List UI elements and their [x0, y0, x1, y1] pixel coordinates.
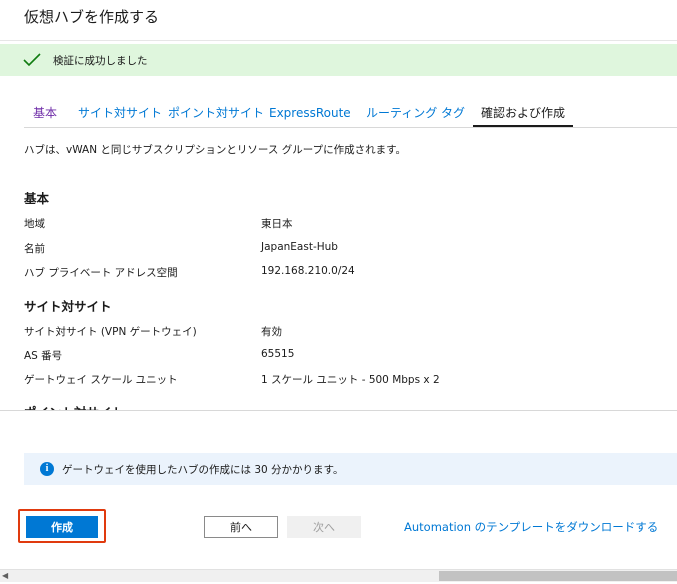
header-divider — [0, 40, 677, 41]
info-icon: i — [40, 462, 54, 476]
hub-description: ハブは、vWAN と同じサブスクリプションとリソース グループに作成されます。 — [24, 144, 407, 156]
tab-review-create-label: 確認および作成 — [481, 106, 566, 120]
scroll-left-icon[interactable]: ◀ — [2, 572, 8, 580]
validation-success-banner: 検証に成功しました — [0, 44, 677, 76]
tab-routing[interactable]: ルーティング — [366, 100, 437, 126]
row-label-as-number: AS 番号 — [24, 350, 63, 362]
footer-divider — [0, 410, 677, 411]
tab-tags[interactable]: タグ — [441, 100, 465, 126]
tab-point-to-site[interactable]: ポイント対サイト — [168, 100, 264, 126]
tab-expressroute[interactable]: ExpressRoute — [269, 100, 351, 126]
gateway-info-banner: i ゲートウェイを使用したハブの作成には 30 分かかります。 — [24, 453, 677, 485]
tab-site-to-site[interactable]: サイト対サイト — [78, 100, 162, 126]
page-title: 仮想ハブを作成する — [24, 8, 160, 26]
row-value-name: JapanEast-Hub — [261, 241, 338, 253]
create-button[interactable]: 作成 — [26, 516, 98, 538]
row-label-scale-unit: ゲートウェイ スケール ユニット — [24, 374, 178, 386]
section-title-point-to-site: ポイント対サイト — [24, 402, 124, 410]
section-title-site-to-site: サイト対サイト — [24, 299, 112, 314]
row-value-as-number: 65515 — [261, 348, 295, 360]
tab-bar-divider — [24, 127, 677, 128]
create-virtual-hub-blade: 仮想ハブを作成する 検証に成功しました 基本 サイト対サイト ポイント対サイト … — [0, 0, 677, 584]
section-title-basics: 基本 — [24, 191, 50, 206]
review-summary: ハブは、vWAN と同じサブスクリプションとリソース グループに作成されます。 … — [24, 140, 664, 410]
row-label-name: 名前 — [24, 243, 45, 255]
row-value-scale-unit: 1 スケール ユニット - 500 Mbps x 2 — [261, 374, 440, 386]
gateway-info-message: ゲートウェイを使用したハブの作成には 30 分かかります。 — [62, 464, 344, 476]
row-value-region: 東日本 — [261, 218, 293, 230]
row-value-vpn-gateway: 有効 — [261, 326, 282, 338]
next-button[interactable]: 次へ — [287, 516, 361, 538]
row-label-address-space: ハブ プライベート アドレス空間 — [24, 267, 178, 279]
scrollbar-thumb[interactable] — [439, 571, 677, 581]
horizontal-scrollbar[interactable]: ◀ — [0, 569, 677, 582]
row-label-region: 地域 — [24, 218, 45, 230]
download-automation-template-link[interactable]: Automation のテンプレートをダウンロードする — [404, 519, 658, 535]
row-label-vpn-gateway: サイト対サイト (VPN ゲートウェイ) — [24, 326, 197, 338]
validation-message: 検証に成功しました — [53, 55, 148, 67]
tab-basics[interactable]: 基本 — [33, 100, 57, 126]
checkmark-icon — [23, 53, 41, 67]
previous-button[interactable]: 前へ — [204, 516, 278, 538]
row-value-address-space: 192.168.210.0/24 — [261, 265, 355, 277]
tab-review-create[interactable]: 確認および作成 — [473, 100, 574, 127]
